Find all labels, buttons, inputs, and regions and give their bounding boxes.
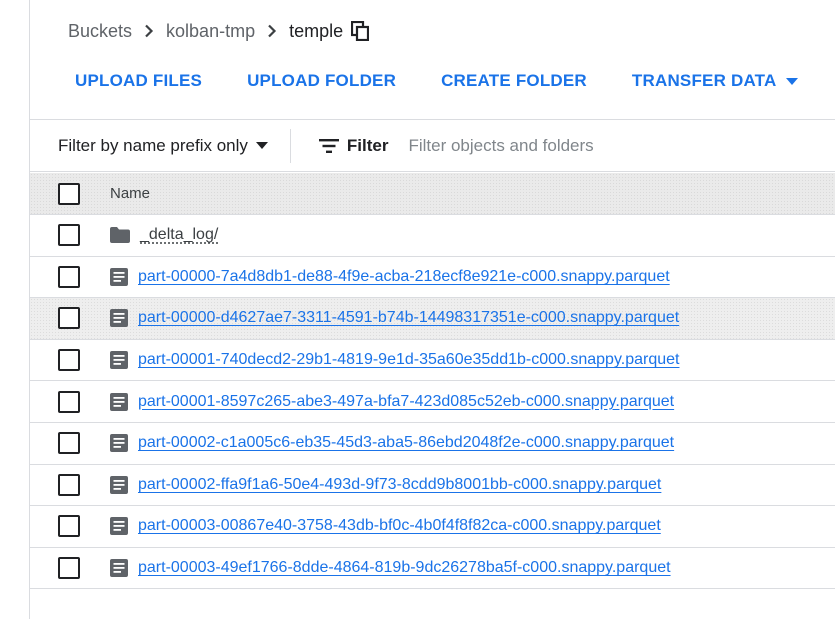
- breadcrumb: Buckets kolban-tmp temple: [68, 16, 370, 46]
- copy-icon[interactable]: [351, 21, 370, 41]
- caret-down-icon: [786, 77, 799, 85]
- table-row[interactable]: part-00002-c1a005c6-eb35-45d3-aba5-86ebd…: [30, 423, 835, 465]
- upload-files-button[interactable]: UPLOAD FILES: [57, 62, 220, 100]
- table-row[interactable]: _delta_log/: [30, 215, 835, 257]
- file-document-icon: [110, 309, 128, 328]
- actions-toolbar: UPLOAD FILES UPLOAD FOLDER CREATE FOLDER…: [57, 62, 835, 100]
- row-checkbox[interactable]: [58, 390, 80, 413]
- table-row[interactable]: part-00001-8597c265-abe3-497a-bfa7-423d0…: [30, 381, 835, 423]
- table-header: Name: [30, 173, 835, 215]
- chevron-right-icon: [132, 24, 166, 38]
- object-link[interactable]: part-00000-7a4d8db1-de88-4f9e-acba-218ec…: [138, 268, 670, 286]
- filter-input[interactable]: [406, 134, 731, 157]
- object-link[interactable]: part-00001-740decd2-29b1-4819-9e1d-35a60…: [138, 351, 679, 369]
- row-checkbox[interactable]: [58, 224, 80, 247]
- column-header-name[interactable]: Name: [110, 185, 150, 202]
- object-link[interactable]: part-00002-ffa9f1a6-50e4-493d-9f73-8cdd9…: [138, 476, 661, 494]
- table-row[interactable]: part-00001-740decd2-29b1-4819-9e1d-35a60…: [30, 340, 835, 382]
- upload-folder-button[interactable]: UPLOAD FOLDER: [229, 62, 414, 100]
- object-link[interactable]: part-00002-c1a005c6-eb35-45d3-aba5-86ebd…: [138, 434, 674, 452]
- chevron-right-icon: [255, 24, 289, 38]
- table-row[interactable]: part-00003-00867e40-3758-43db-bf0c-4b0f4…: [30, 506, 835, 548]
- filter-divider: [289, 128, 291, 163]
- filter-prefix-label: Filter by name prefix only: [58, 135, 248, 155]
- row-checkbox[interactable]: [58, 473, 80, 496]
- select-all-checkbox[interactable]: [58, 182, 80, 205]
- table-row[interactable]: part-00000-d4627ae7-3311-4591-b74b-14498…: [30, 298, 835, 340]
- filter-label: Filter: [346, 135, 389, 155]
- row-checkbox[interactable]: [58, 265, 80, 288]
- folder-icon: [110, 227, 130, 244]
- breadcrumb-current: temple: [289, 20, 344, 41]
- objects-table: Name _delta_log/part-00000-7a4d8db1-de88…: [30, 173, 835, 590]
- row-checkbox[interactable]: [58, 432, 80, 455]
- file-document-icon: [110, 351, 128, 370]
- file-document-icon: [110, 267, 128, 286]
- filter-prefix-select[interactable]: Filter by name prefix only: [58, 136, 268, 156]
- row-checkbox[interactable]: [58, 515, 80, 538]
- file-document-icon: [110, 517, 128, 536]
- filter-button[interactable]: Filter: [318, 135, 389, 156]
- caret-down-icon: [255, 142, 268, 149]
- row-checkbox[interactable]: [58, 307, 80, 330]
- table-body: _delta_log/part-00000-7a4d8db1-de88-4f9e…: [30, 215, 835, 590]
- filter-list-icon: [318, 138, 339, 153]
- breadcrumb-bucket[interactable]: kolban-tmp: [166, 21, 255, 42]
- more-actions-button[interactable]: MA: [825, 62, 835, 100]
- folder-link[interactable]: _delta_log/: [140, 226, 218, 244]
- file-document-icon: [110, 475, 128, 494]
- breadcrumb-buckets[interactable]: Buckets: [68, 21, 132, 42]
- table-row[interactable]: part-00002-ffa9f1a6-50e4-493d-9f73-8cdd9…: [30, 465, 835, 507]
- row-checkbox[interactable]: [58, 557, 80, 580]
- file-document-icon: [110, 559, 128, 578]
- row-checkbox[interactable]: [58, 349, 80, 372]
- file-document-icon: [110, 434, 128, 453]
- object-link[interactable]: part-00003-49ef1766-8dde-4864-819b-9dc26…: [138, 559, 671, 577]
- filter-bar: Filter by name prefix only Filter: [30, 119, 835, 172]
- table-row[interactable]: part-00003-49ef1766-8dde-4864-819b-9dc26…: [30, 548, 835, 590]
- object-link[interactable]: part-00003-00867e40-3758-43db-bf0c-4b0f4…: [138, 517, 661, 535]
- object-link[interactable]: part-00001-8597c265-abe3-497a-bfa7-423d0…: [138, 393, 674, 411]
- file-document-icon: [110, 392, 128, 411]
- transfer-data-label: TRANSFER DATA: [631, 71, 777, 90]
- object-link[interactable]: part-00000-d4627ae7-3311-4591-b74b-14498…: [138, 309, 679, 327]
- create-folder-button[interactable]: CREATE FOLDER: [423, 62, 605, 100]
- transfer-data-button[interactable]: TRANSFER DATA: [614, 62, 817, 100]
- table-row[interactable]: part-00000-7a4d8db1-de88-4f9e-acba-218ec…: [30, 257, 835, 299]
